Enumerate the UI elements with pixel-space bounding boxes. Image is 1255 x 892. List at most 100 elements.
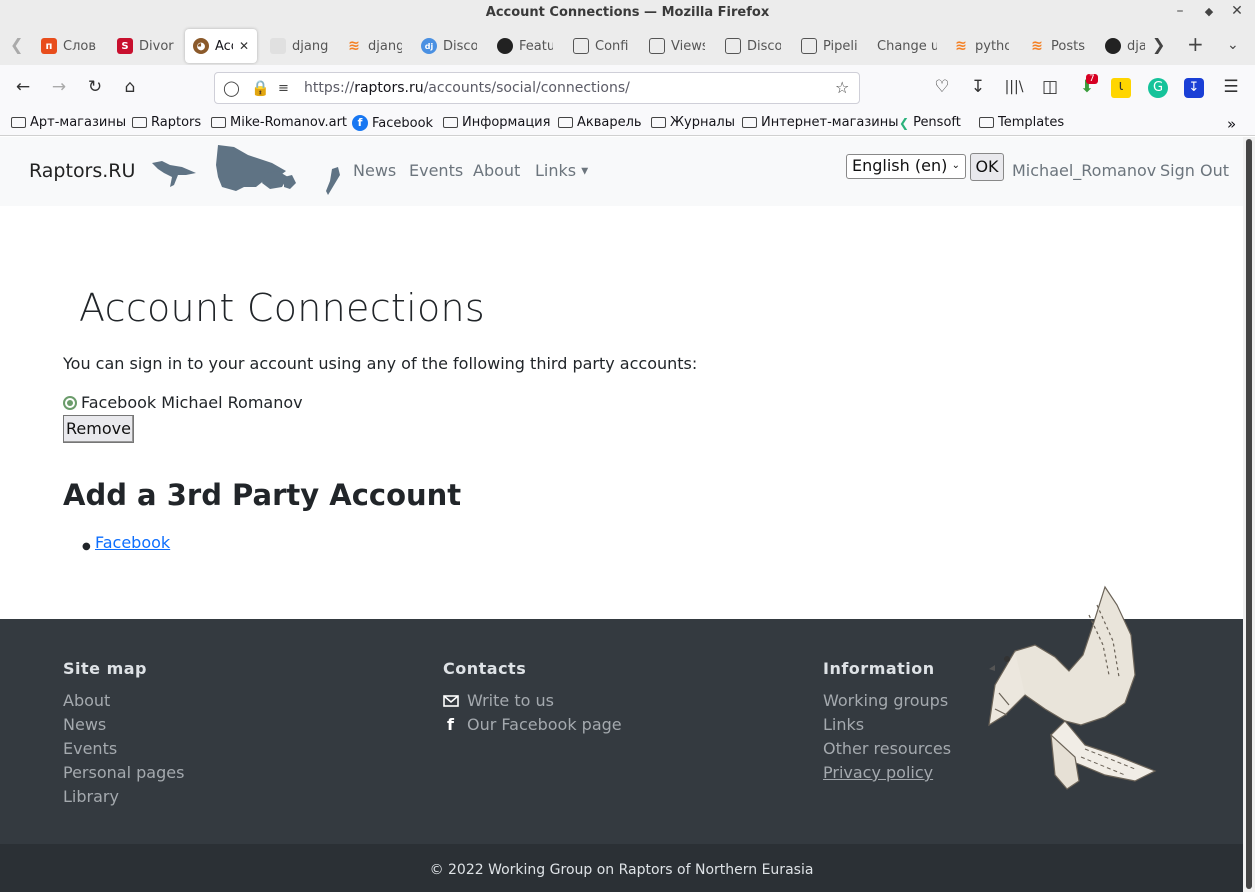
- tab[interactable]: djang: [270, 29, 328, 63]
- language-select[interactable]: English (en) ⌄: [846, 154, 966, 179]
- tab[interactable]: Views: [649, 29, 705, 63]
- page-scrollbar[interactable]: [1243, 137, 1255, 892]
- site-brand[interactable]: Raptors.RU: [29, 160, 135, 182]
- tab[interactable]: п Слов: [41, 29, 97, 63]
- tab[interactable]: dj Disco: [421, 29, 477, 63]
- tab[interactable]: ≋ Posts: [1029, 29, 1085, 63]
- footer-link-news[interactable]: News: [63, 715, 106, 734]
- nav-about[interactable]: About: [473, 161, 520, 180]
- url-bar[interactable]: ◯ 🔒 ≡ https://raptors.ru/accounts/social…: [214, 72, 860, 104]
- footer-link-about[interactable]: About: [63, 691, 110, 710]
- list-all-tabs-icon[interactable]: ⌄: [1227, 37, 1239, 53]
- tab[interactable]: Confi: [573, 29, 629, 63]
- close-tab-icon[interactable]: ✕: [239, 39, 249, 53]
- account-radio[interactable]: [63, 396, 77, 410]
- bookmark-folder[interactable]: Арт-магазины: [11, 115, 126, 130]
- tab[interactable]: Featu: [497, 29, 553, 63]
- url-text[interactable]: https://raptors.ru/accounts/social/conne…: [304, 80, 630, 96]
- back-icon[interactable]: ←: [12, 77, 34, 97]
- tab[interactable]: ≋ pytho: [953, 29, 1009, 63]
- folder-icon: [132, 117, 147, 128]
- bookmark-folder[interactable]: Информация: [443, 115, 550, 130]
- permissions-icon[interactable]: ≡: [278, 81, 289, 96]
- grammarly-icon[interactable]: G: [1148, 78, 1168, 98]
- tab[interactable]: Change u: [877, 29, 937, 63]
- bookmark-label: Арт-магазины: [30, 115, 127, 130]
- information-heading: Information: [823, 659, 935, 678]
- pensoft-icon: ❮: [899, 115, 910, 130]
- tab-strip: ❮ п Слов S Divor ◕ Acc ✕ djang ≋ djang d…: [0, 27, 1255, 65]
- bookmark-label: Mike-Romanov.art: [230, 115, 348, 130]
- nav-links-dropdown[interactable]: Links ▼: [535, 161, 588, 180]
- nav-news[interactable]: News: [353, 161, 396, 180]
- bookmark-folder[interactable]: Интернет-магазины: [742, 115, 899, 130]
- folder-icon: [443, 117, 458, 128]
- tab[interactable]: Pipeli: [801, 29, 857, 63]
- language-ok-button[interactable]: OK: [970, 153, 1004, 181]
- minimize-icon[interactable]: –: [1173, 3, 1187, 19]
- home-icon[interactable]: ⌂: [119, 77, 141, 97]
- connected-account-label[interactable]: Facebook Michael Romanov: [81, 393, 303, 412]
- footer-link-personal-pages[interactable]: Personal pages: [63, 763, 184, 782]
- forward-icon[interactable]: →: [48, 77, 70, 97]
- tab[interactable]: S Divor: [117, 29, 175, 63]
- readability-extension-icon[interactable]: ι: [1111, 78, 1131, 98]
- web-page: Raptors.RU News Events About Links ▼ Eng…: [0, 137, 1243, 892]
- tab-label: Слов: [63, 38, 97, 54]
- facebook-page-link[interactable]: Our Facebook page: [467, 715, 622, 734]
- tab-active[interactable]: ◕ Acc ✕: [185, 29, 257, 63]
- footer-link-privacy-policy[interactable]: Privacy policy: [823, 763, 933, 782]
- more-bookmarks-icon[interactable]: »: [1227, 115, 1236, 133]
- tab[interactable]: ≋ djang: [346, 29, 402, 63]
- sign-out-link[interactable]: Sign Out: [1160, 161, 1229, 180]
- tab-label: Change u: [877, 38, 937, 54]
- footer-link-events[interactable]: Events: [63, 739, 117, 758]
- close-window-icon[interactable]: ✕: [1230, 3, 1244, 19]
- window-titlebar: Account Connections — Mozilla Firefox – …: [0, 0, 1255, 27]
- bookmark-folder[interactable]: Raptors: [132, 115, 201, 130]
- sidebar-icon[interactable]: ◫: [1039, 77, 1061, 97]
- shield-icon[interactable]: ◯: [223, 79, 240, 97]
- pocket-icon[interactable]: ♡: [931, 77, 953, 97]
- bookmark-folder[interactable]: Журналы: [651, 115, 735, 130]
- bookmark-link[interactable]: ❮ Pensoft: [899, 115, 961, 130]
- new-tab-icon[interactable]: +: [1187, 32, 1204, 56]
- library-icon[interactable]: |||\: [1003, 79, 1025, 95]
- url-domain: raptors.ru: [354, 80, 424, 96]
- folder-icon: [11, 117, 26, 128]
- tab[interactable]: dja: [1105, 29, 1145, 63]
- bookmark-folder[interactable]: Акварель: [558, 115, 642, 130]
- raptors-logo-icon[interactable]: [148, 143, 344, 201]
- folder-icon: [558, 117, 573, 128]
- scroll-tabs-left-icon[interactable]: ❮: [10, 35, 23, 54]
- save-extension-icon[interactable]: ↧: [1184, 78, 1204, 98]
- restore-icon[interactable]: ◆: [1202, 5, 1216, 18]
- footer-link-other-resources[interactable]: Other resources: [823, 739, 951, 758]
- scroll-tabs-right-icon[interactable]: ❯: [1152, 35, 1165, 54]
- provider-facebook-link[interactable]: Facebook: [95, 533, 170, 552]
- nav-events[interactable]: Events: [409, 161, 463, 180]
- folder-icon: [979, 117, 994, 128]
- stackoverflow-icon: ≋: [955, 38, 967, 54]
- folder-icon: [742, 117, 757, 128]
- write-to-us-link[interactable]: Write to us: [467, 691, 554, 710]
- footer-link-library[interactable]: Library: [63, 787, 119, 806]
- bookmark-folder[interactable]: Templates: [979, 115, 1064, 130]
- scribd-icon: S: [117, 38, 133, 54]
- bookmark-star-icon[interactable]: ☆: [835, 78, 849, 97]
- downloads-icon[interactable]: ↧: [967, 77, 989, 97]
- scrollbar-thumb[interactable]: [1246, 139, 1252, 889]
- lock-icon[interactable]: 🔒: [251, 79, 270, 97]
- footer-link-links[interactable]: Links: [823, 715, 864, 734]
- footer-link-working-groups[interactable]: Working groups: [823, 691, 948, 710]
- bookmark-label: Templates: [998, 115, 1065, 130]
- remove-button[interactable]: Remove: [63, 415, 134, 443]
- username-link[interactable]: Michael_Romanov: [1012, 161, 1156, 180]
- menu-icon[interactable]: ☰: [1220, 77, 1242, 97]
- tab[interactable]: Disco: [725, 29, 781, 63]
- reload-icon[interactable]: ↻: [84, 77, 106, 97]
- bookmark-folder[interactable]: Mike-Romanov.art: [211, 115, 347, 130]
- url-path: /accounts/social/connections/: [423, 80, 630, 96]
- facebook-icon: f: [352, 115, 368, 131]
- bookmark-link[interactable]: f Facebook: [352, 115, 433, 131]
